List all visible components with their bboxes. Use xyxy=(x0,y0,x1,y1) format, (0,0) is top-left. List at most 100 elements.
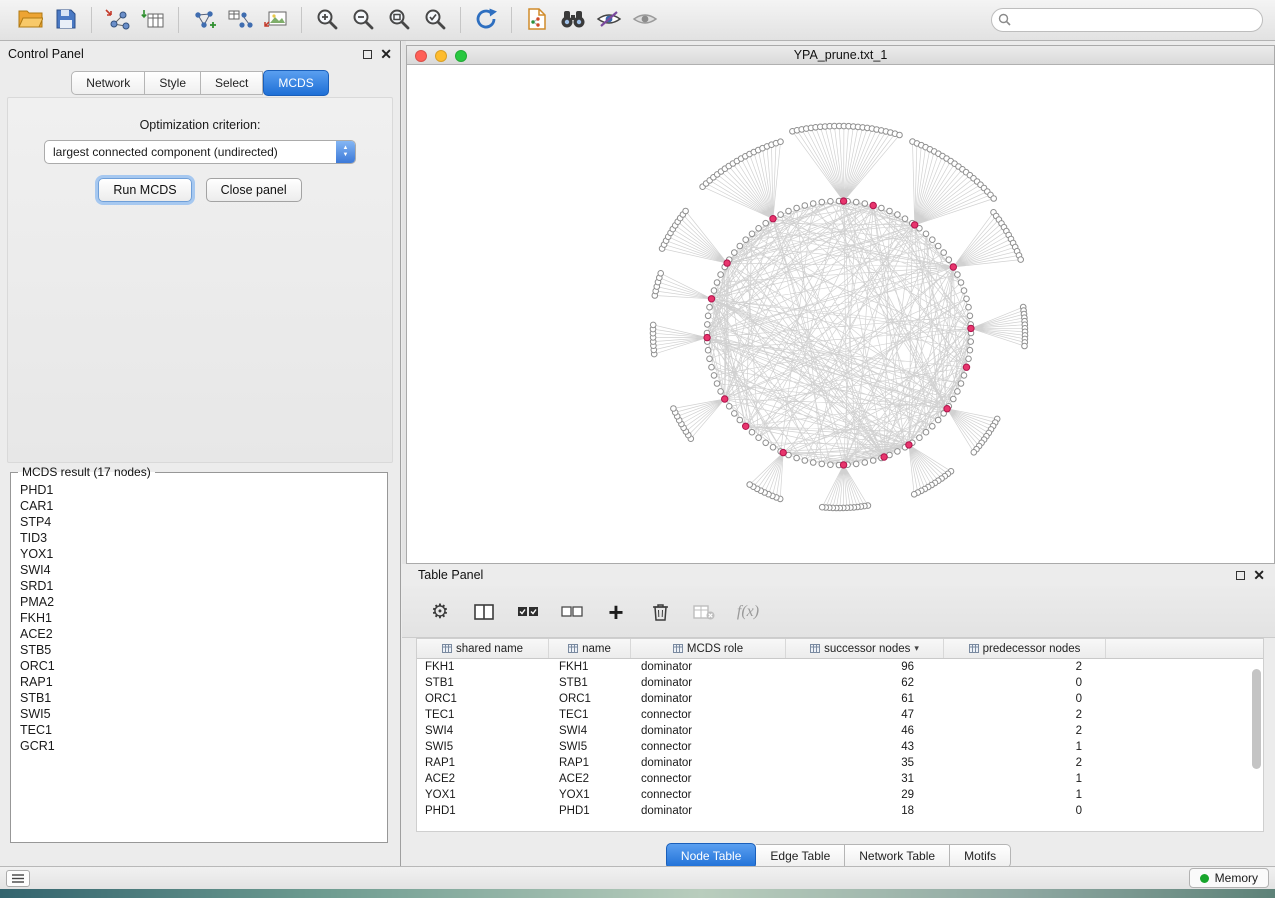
run-mcds-button[interactable]: Run MCDS xyxy=(98,178,191,202)
export-document-button[interactable] xyxy=(519,4,555,36)
minimize-window-icon[interactable] xyxy=(435,50,447,62)
memory-status-icon xyxy=(1200,874,1209,883)
mcds-result-item[interactable]: RAP1 xyxy=(14,674,384,690)
mcds-result-item[interactable]: YOX1 xyxy=(14,546,384,562)
table-row[interactable]: PHD1 PHD1 dominator 18 0 xyxy=(417,803,1263,819)
add-column-button[interactable]: + xyxy=(604,597,628,627)
close-table-panel-icon[interactable]: ✕ xyxy=(1253,568,1265,582)
mcds-result-item[interactable]: STB5 xyxy=(14,642,384,658)
network-from-table-button[interactable] xyxy=(222,4,258,36)
zoom-fit-button[interactable] xyxy=(381,4,417,36)
mcds-result-item[interactable]: SWI4 xyxy=(14,562,384,578)
show-panels-button[interactable] xyxy=(627,4,663,36)
network-canvas[interactable] xyxy=(407,65,1274,563)
hide-panels-button[interactable] xyxy=(591,4,627,36)
mcds-result-item[interactable]: SRD1 xyxy=(14,578,384,594)
table-header: shared name name MCDS role successor nod… xyxy=(417,639,1263,659)
mcds-result-item[interactable]: GCR1 xyxy=(14,738,384,754)
tab-network[interactable]: Network xyxy=(71,71,145,95)
mcds-result-item[interactable]: TID3 xyxy=(14,530,384,546)
delete-column-button[interactable] xyxy=(648,597,672,627)
import-network-icon xyxy=(104,8,130,33)
zoom-out-button[interactable] xyxy=(345,4,381,36)
save-button[interactable] xyxy=(48,4,84,36)
binoculars-icon xyxy=(559,9,587,32)
table-row[interactable]: FKH1 FKH1 dominator 96 2 xyxy=(417,659,1263,675)
table-row[interactable]: RAP1 RAP1 dominator 35 2 xyxy=(417,755,1263,771)
column-header-predecessor-nodes[interactable]: predecessor nodes xyxy=(944,639,1106,658)
delete-table-button-disabled xyxy=(692,597,716,627)
close-panel-button[interactable]: Close panel xyxy=(206,178,302,202)
mcds-result-item[interactable]: PHD1 xyxy=(14,482,384,498)
table-row[interactable]: SWI4 SWI4 dominator 46 2 xyxy=(417,723,1263,739)
mcds-options-card: Optimization criterion: largest connecte… xyxy=(7,97,393,463)
memory-button[interactable]: Memory xyxy=(1189,868,1269,888)
optimization-label: Optimization criterion: xyxy=(8,118,392,132)
show-columns-button[interactable] xyxy=(472,597,496,627)
mcds-result-item[interactable]: TEC1 xyxy=(14,722,384,738)
table-scrollbar[interactable] xyxy=(1252,669,1261,769)
close-window-icon[interactable] xyxy=(415,50,427,62)
mcds-result-item[interactable]: PMA2 xyxy=(14,594,384,610)
mcds-result-item[interactable]: SWI5 xyxy=(14,706,384,722)
optimization-select[interactable]: largest connected component (undirected)… xyxy=(44,140,356,164)
new-network-button[interactable] xyxy=(186,4,222,36)
mcds-result-item[interactable]: CAR1 xyxy=(14,498,384,514)
network-window-title: YPA_prune.txt_1 xyxy=(794,48,888,62)
network-window-titlebar[interactable]: YPA_prune.txt_1 xyxy=(407,46,1274,65)
column-header-successor-nodes[interactable]: successor nodes ▾ xyxy=(786,639,944,658)
open-file-icon xyxy=(18,8,43,32)
refresh-layout-button[interactable] xyxy=(468,4,504,36)
import-table-button[interactable] xyxy=(135,4,171,36)
search-input[interactable] xyxy=(991,8,1263,32)
float-panel-icon[interactable] xyxy=(363,50,372,59)
table-settings-button[interactable]: ⚙ xyxy=(428,597,452,627)
toolbar-separator xyxy=(460,7,461,33)
zoom-in-button[interactable] xyxy=(309,4,345,36)
table-row[interactable]: SWI5 SWI5 connector 43 1 xyxy=(417,739,1263,755)
table-row[interactable]: STB1 STB1 dominator 62 0 xyxy=(417,675,1263,691)
maximize-window-icon[interactable] xyxy=(455,50,467,62)
mcds-result-item[interactable]: FKH1 xyxy=(14,610,384,626)
column-grid-icon xyxy=(810,644,820,653)
save-icon xyxy=(55,8,77,33)
tab-motifs[interactable]: Motifs xyxy=(950,844,1011,868)
mcds-result-title: MCDS result (17 nodes) xyxy=(18,465,155,479)
tab-style[interactable]: Style xyxy=(145,71,201,95)
zoom-fit-icon xyxy=(387,7,411,34)
deselect-all-button[interactable] xyxy=(560,597,584,627)
control-panel-title: Control Panel xyxy=(8,47,84,61)
trash-icon xyxy=(652,602,669,622)
tab-select[interactable]: Select xyxy=(201,71,263,95)
column-header-mcds-role[interactable]: MCDS role xyxy=(631,639,786,658)
column-header-shared-name[interactable]: shared name xyxy=(417,639,549,658)
open-file-button[interactable] xyxy=(12,4,48,36)
table-row[interactable]: TEC1 TEC1 connector 47 2 xyxy=(417,707,1263,723)
close-panel-icon[interactable]: ✕ xyxy=(380,47,392,61)
tab-edge-table[interactable]: Edge Table xyxy=(756,844,845,868)
tab-mcds[interactable]: MCDS xyxy=(263,70,328,96)
new-network-icon xyxy=(191,8,217,33)
import-network-button[interactable] xyxy=(99,4,135,36)
zoom-selected-button[interactable] xyxy=(417,4,453,36)
export-image-button[interactable] xyxy=(258,4,294,36)
select-all-button[interactable] xyxy=(516,597,540,627)
mcds-result-item[interactable]: ORC1 xyxy=(14,658,384,674)
network-window: YPA_prune.txt_1 xyxy=(406,45,1275,564)
column-header-name[interactable]: name xyxy=(549,639,631,658)
mcds-result-item[interactable]: STP4 xyxy=(14,514,384,530)
table-row[interactable]: ACE2 ACE2 connector 31 1 xyxy=(417,771,1263,787)
tab-network-table[interactable]: Network Table xyxy=(845,844,950,868)
eye-slash-icon xyxy=(596,10,622,31)
column-grid-icon xyxy=(969,644,979,653)
search-network-button[interactable] xyxy=(555,4,591,36)
fx-icon: f(x) xyxy=(737,603,759,621)
mcds-result-item[interactable]: ACE2 xyxy=(14,626,384,642)
function-builder-button: f(x) xyxy=(736,597,760,627)
status-menu-button[interactable] xyxy=(6,870,30,887)
mcds-result-item[interactable]: STB1 xyxy=(14,690,384,706)
table-row[interactable]: YOX1 YOX1 connector 29 1 xyxy=(417,787,1263,803)
float-table-panel-icon[interactable] xyxy=(1236,571,1245,580)
table-row[interactable]: ORC1 ORC1 dominator 61 0 xyxy=(417,691,1263,707)
network-graph[interactable] xyxy=(407,65,1274,563)
